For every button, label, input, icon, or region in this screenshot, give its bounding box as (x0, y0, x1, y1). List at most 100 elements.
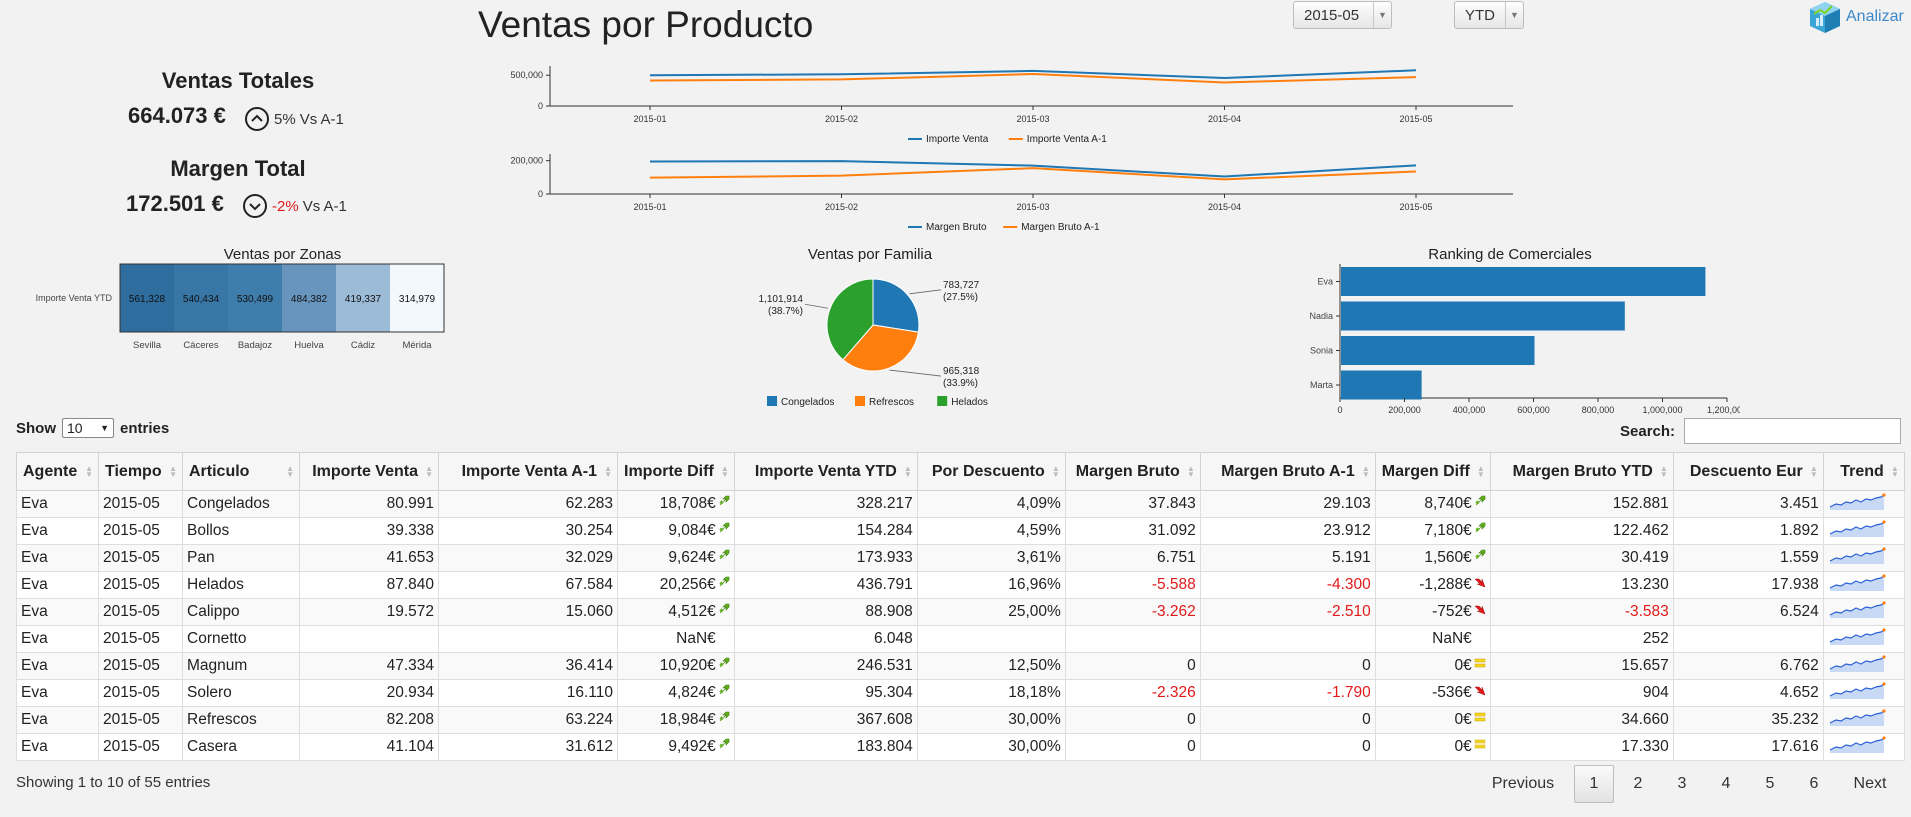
table-cell: 2015-05 (98, 598, 183, 626)
table-cell: 15.657 (1489, 652, 1674, 680)
table-row[interactable]: Eva 2015-05 Calippo 19.572 15.060 4,512€ 88.90… (16, 598, 1905, 626)
cell-agente: Eva (21, 549, 48, 566)
column-header-label: Trend (1840, 462, 1884, 480)
cell-agente: Eva (21, 738, 48, 755)
column-header[interactable]: Margen Bruto A-1 ▲ ▼ (1199, 452, 1376, 491)
cell-articulo: Helados (187, 576, 244, 593)
table-cell: Helados (182, 571, 300, 599)
heatmap-cell-value: 419,337 (345, 294, 382, 305)
cell-mdiff: -536€ (1432, 684, 1472, 701)
cell-margen: 0 (1187, 657, 1196, 674)
cell-margen_ytd: 252 (1642, 630, 1669, 647)
table-cell: 4,09% (916, 490, 1066, 518)
sparkline-last-point (1882, 627, 1886, 632)
cell-tiempo: 2015-05 (103, 495, 160, 512)
ranking-bar (1341, 370, 1422, 400)
cell-margen_a1: 29.103 (1323, 495, 1371, 512)
table-cell: 122.462 (1489, 517, 1674, 545)
sparkline-last-point (1882, 492, 1886, 497)
x-tick-label: 200,000 (1388, 405, 1421, 415)
table-row[interactable]: Eva 2015-05 Bollos 39.338 30.254 9,084€ 154.28… (16, 517, 1905, 545)
cell-margen_a1: 0 (1362, 711, 1371, 728)
column-header-label: Descuento Eur (1689, 462, 1803, 480)
cell-diff: 18,708€ (659, 495, 716, 512)
sort-icon: ▲ ▼ (286, 464, 294, 479)
pagination-previous[interactable]: Previous (1478, 765, 1568, 803)
column-header[interactable]: Margen Bruto YTD ▲ ▼ (1489, 452, 1674, 491)
column-header[interactable]: Descuento Eur ▲ ▼ (1672, 452, 1824, 491)
table-cell: 17.616 (1672, 733, 1824, 761)
column-header[interactable]: Importe Diff ▲ ▼ (617, 452, 735, 491)
arrow-up-right-icon (719, 522, 730, 533)
table-row[interactable]: Eva 2015-05 Casera 41.104 31.612 9,492€ 183.80… (16, 733, 1905, 761)
pagination-page-1[interactable]: 1 (1574, 765, 1614, 803)
column-header[interactable]: Trend ▲ ▼ (1822, 452, 1905, 491)
column-header[interactable]: Articulo ▲ ▼ (182, 452, 300, 491)
cell-ytd: 436.791 (856, 576, 913, 593)
column-header[interactable]: Margen Bruto ▲ ▼ (1064, 452, 1201, 491)
table-cell: Eva (16, 733, 99, 761)
table-row[interactable]: Eva 2015-05 Solero 20.934 16.110 4,824€ 95.304… (16, 679, 1905, 707)
table-cell: 88.908 (733, 598, 918, 626)
table-cell: 19.572 (299, 598, 439, 626)
ventas-totales-change: 5% Vs A-1 (244, 106, 344, 132)
table-row[interactable]: Eva 2015-05 Cornetto NaN€ 6.048 NaN€ 252 (16, 625, 1905, 653)
mode-select[interactable]: YTD ▼ (1454, 1, 1524, 29)
search-input[interactable] (1684, 418, 1901, 444)
pagination-page-2[interactable]: 2 (1618, 765, 1658, 803)
sparkline-area (1829, 737, 1884, 753)
cell-margen_a1: -2.510 (1326, 603, 1371, 620)
entries-length-select[interactable]: 10 ▼ (62, 418, 114, 438)
table-cell: 2015-05 (98, 571, 183, 599)
column-header[interactable]: Importe Venta YTD ▲ ▼ (733, 452, 918, 491)
trend-cell (1822, 571, 1905, 599)
table-row[interactable]: Eva 2015-05 Refrescos 82.208 63.224 18,984€ 36… (16, 706, 1905, 734)
period-select[interactable]: 2015-05 ▼ (1293, 1, 1392, 29)
table-row[interactable]: Eva 2015-05 Helados 87.840 67.584 20,256€ 436.… (16, 571, 1905, 599)
table-cell: 328.217 (733, 490, 918, 518)
column-header[interactable]: Agente ▲ ▼ (16, 452, 99, 491)
table-row[interactable]: Eva 2015-05 Magnum 47.334 36.414 10,920€ 246.5… (16, 652, 1905, 680)
table-cell: Cornetto (182, 625, 300, 653)
column-header[interactable]: Margen Diff ▲ ▼ (1374, 452, 1491, 491)
cell-desc_eur: 1.559 (1779, 549, 1819, 566)
heatmap-cell-value: 530,499 (237, 294, 274, 305)
pagination-page-4[interactable]: 4 (1706, 765, 1746, 803)
pagination-page-5[interactable]: 5 (1750, 765, 1790, 803)
table-row[interactable]: Eva 2015-05 Congelados 80.991 62.283 18,708€ 3… (16, 490, 1905, 518)
table-cell: 2015-05 (98, 517, 183, 545)
column-header[interactable]: Importe Venta ▲ ▼ (299, 452, 439, 491)
length-control: Show 10 ▼ entries (16, 418, 169, 438)
table-cell: -3.583 (1489, 598, 1674, 626)
trend-cell (1822, 517, 1905, 545)
sparkline-last-point (1882, 654, 1886, 659)
cell-agente: Eva (21, 711, 48, 728)
cell-margen_ytd: 30.419 (1621, 549, 1669, 566)
pagination-page-6[interactable]: 6 (1794, 765, 1834, 803)
table-row[interactable]: Eva 2015-05 Pan 41.653 32.029 9,624€ 173.933 3,… (16, 544, 1905, 572)
column-header[interactable]: Por Descuento ▲ ▼ (916, 452, 1066, 491)
column-header[interactable]: Importe Venta A-1 ▲ ▼ (438, 452, 618, 491)
table-cell (916, 625, 1066, 653)
analizar-link[interactable]: Analizar (1808, 0, 1904, 34)
zonas-chart-title: Ventas por Zonas (223, 246, 342, 263)
table-cell: 9,624€ (617, 544, 735, 572)
cell-diff: 20,256€ (659, 576, 716, 593)
cell-margen_a1: -4.300 (1326, 576, 1371, 593)
arrow-down-right-icon (1474, 686, 1486, 696)
cell-venta: 47.334 (386, 657, 434, 674)
sparkline-area (1829, 629, 1884, 645)
table-cell: 4,59% (916, 517, 1066, 545)
series-line-2 (649, 167, 1417, 181)
pagination-next[interactable]: Next (1840, 765, 1900, 803)
pagination-page-3[interactable]: 3 (1662, 765, 1702, 803)
sort-icon: ▲ ▼ (1809, 464, 1818, 479)
x-tick-label: 2015-05 (1399, 202, 1432, 212)
column-header[interactable]: Tiempo ▲ ▼ (98, 452, 183, 491)
cell-mdiff: 1,560€ (1424, 549, 1472, 566)
cell-margen_ytd: 904 (1642, 684, 1669, 701)
cell-venta: 82.208 (386, 711, 434, 728)
table-cell: 367.608 (733, 706, 918, 734)
x-tick-label: 1,200,000 (1707, 405, 1740, 415)
margen-change-suffix: Vs A-1 (302, 197, 347, 215)
